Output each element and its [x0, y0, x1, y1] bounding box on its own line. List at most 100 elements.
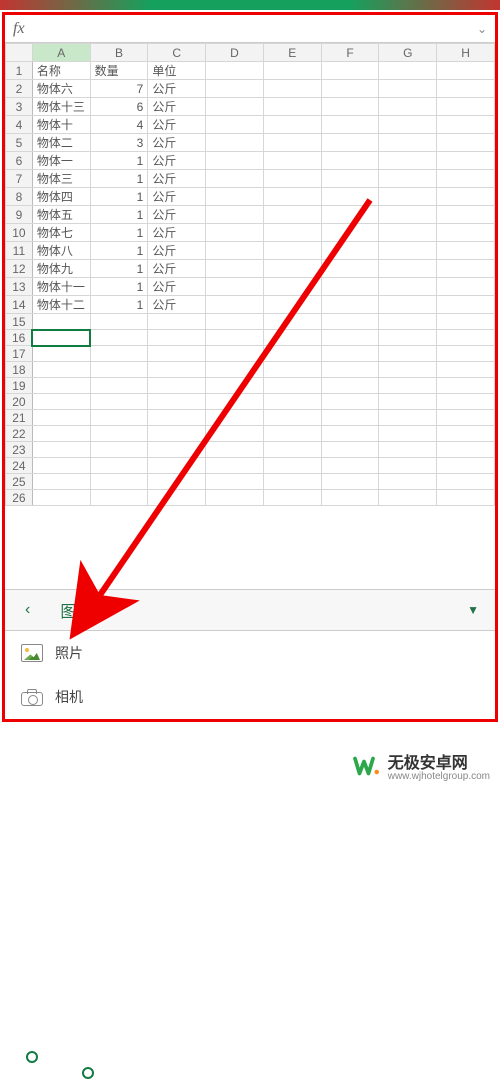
- cell-G15[interactable]: [379, 314, 437, 330]
- cell-A9[interactable]: 物体五: [32, 206, 90, 224]
- cell-A8[interactable]: 物体四: [32, 188, 90, 206]
- cell-E5[interactable]: [263, 134, 321, 152]
- row-header-26[interactable]: 26: [6, 490, 33, 506]
- cell-G24[interactable]: [379, 458, 437, 474]
- cell-B10[interactable]: 1: [90, 224, 148, 242]
- cell-B7[interactable]: 1: [90, 170, 148, 188]
- cell-A16[interactable]: [32, 330, 90, 346]
- cell-G22[interactable]: [379, 426, 437, 442]
- cell-G26[interactable]: [379, 490, 437, 506]
- col-header-C[interactable]: C: [148, 44, 206, 62]
- cell-D11[interactable]: [206, 242, 264, 260]
- col-header-F[interactable]: F: [321, 44, 379, 62]
- cell-C6[interactable]: 公斤: [148, 152, 206, 170]
- insert-camera-button[interactable]: 相机: [5, 675, 495, 719]
- cell-D14[interactable]: [206, 296, 264, 314]
- cell-G13[interactable]: [379, 278, 437, 296]
- cell-B26[interactable]: [90, 490, 148, 506]
- cell-F10[interactable]: [321, 224, 379, 242]
- cell-A6[interactable]: 物体一: [32, 152, 90, 170]
- cell-G10[interactable]: [379, 224, 437, 242]
- cell-H6[interactable]: [437, 152, 495, 170]
- cell-F1[interactable]: [321, 62, 379, 80]
- cell-C13[interactable]: 公斤: [148, 278, 206, 296]
- cell-B20[interactable]: [90, 394, 148, 410]
- cell-F15[interactable]: [321, 314, 379, 330]
- col-header-H[interactable]: H: [437, 44, 495, 62]
- cell-E18[interactable]: [263, 362, 321, 378]
- row-header-4[interactable]: 4: [6, 116, 33, 134]
- select-all-corner[interactable]: [6, 44, 33, 62]
- row-header-22[interactable]: 22: [6, 426, 33, 442]
- cell-G16[interactable]: [379, 330, 437, 346]
- cell-C1[interactable]: 单位: [148, 62, 206, 80]
- cell-F25[interactable]: [321, 474, 379, 490]
- col-header-G[interactable]: G: [379, 44, 437, 62]
- cell-E3[interactable]: [263, 98, 321, 116]
- row-header-21[interactable]: 21: [6, 410, 33, 426]
- chevron-down-icon[interactable]: ⌄: [477, 22, 487, 36]
- cell-F11[interactable]: [321, 242, 379, 260]
- cell-E14[interactable]: [263, 296, 321, 314]
- cell-E24[interactable]: [263, 458, 321, 474]
- cell-G11[interactable]: [379, 242, 437, 260]
- cell-D22[interactable]: [206, 426, 264, 442]
- cell-A17[interactable]: [32, 346, 90, 362]
- cell-B23[interactable]: [90, 442, 148, 458]
- cell-D18[interactable]: [206, 362, 264, 378]
- cell-H1[interactable]: [437, 62, 495, 80]
- cell-H22[interactable]: [437, 426, 495, 442]
- cell-E16[interactable]: [263, 330, 321, 346]
- cell-A20[interactable]: [32, 394, 90, 410]
- cell-B15[interactable]: [90, 314, 148, 330]
- cell-H14[interactable]: [437, 296, 495, 314]
- cell-E17[interactable]: [263, 346, 321, 362]
- cell-G7[interactable]: [379, 170, 437, 188]
- cell-H8[interactable]: [437, 188, 495, 206]
- spreadsheet-grid[interactable]: ABCDEFGH1名称数量单位2物体六7公斤3物体十三6公斤4物体十4公斤5物体…: [5, 43, 495, 506]
- cell-E21[interactable]: [263, 410, 321, 426]
- row-header-19[interactable]: 19: [6, 378, 33, 394]
- cell-D15[interactable]: [206, 314, 264, 330]
- row-header-3[interactable]: 3: [6, 98, 33, 116]
- cell-G6[interactable]: [379, 152, 437, 170]
- cell-A2[interactable]: 物体六: [32, 80, 90, 98]
- cell-A19[interactable]: [32, 378, 90, 394]
- cell-C4[interactable]: 公斤: [148, 116, 206, 134]
- cell-H2[interactable]: [437, 80, 495, 98]
- cell-E2[interactable]: [263, 80, 321, 98]
- cell-A15[interactable]: [32, 314, 90, 330]
- cell-F3[interactable]: [321, 98, 379, 116]
- cell-D26[interactable]: [206, 490, 264, 506]
- row-header-20[interactable]: 20: [6, 394, 33, 410]
- cell-D21[interactable]: [206, 410, 264, 426]
- cell-G9[interactable]: [379, 206, 437, 224]
- row-header-1[interactable]: 1: [6, 62, 33, 80]
- cell-D2[interactable]: [206, 80, 264, 98]
- cell-F22[interactable]: [321, 426, 379, 442]
- cell-E10[interactable]: [263, 224, 321, 242]
- row-header-8[interactable]: 8: [6, 188, 33, 206]
- cell-H9[interactable]: [437, 206, 495, 224]
- cell-D7[interactable]: [206, 170, 264, 188]
- cell-B21[interactable]: [90, 410, 148, 426]
- cell-F8[interactable]: [321, 188, 379, 206]
- cell-G2[interactable]: [379, 80, 437, 98]
- cell-B6[interactable]: 1: [90, 152, 148, 170]
- cell-C17[interactable]: [148, 346, 206, 362]
- cell-A18[interactable]: [32, 362, 90, 378]
- row-header-9[interactable]: 9: [6, 206, 33, 224]
- row-header-18[interactable]: 18: [6, 362, 33, 378]
- row-header-5[interactable]: 5: [6, 134, 33, 152]
- cell-A12[interactable]: 物体九: [32, 260, 90, 278]
- cell-G19[interactable]: [379, 378, 437, 394]
- cell-B18[interactable]: [90, 362, 148, 378]
- cell-A13[interactable]: 物体十一: [32, 278, 90, 296]
- cell-G12[interactable]: [379, 260, 437, 278]
- cell-C25[interactable]: [148, 474, 206, 490]
- cell-A11[interactable]: 物体八: [32, 242, 90, 260]
- row-header-14[interactable]: 14: [6, 296, 33, 314]
- cell-D4[interactable]: [206, 116, 264, 134]
- cell-B24[interactable]: [90, 458, 148, 474]
- cell-C19[interactable]: [148, 378, 206, 394]
